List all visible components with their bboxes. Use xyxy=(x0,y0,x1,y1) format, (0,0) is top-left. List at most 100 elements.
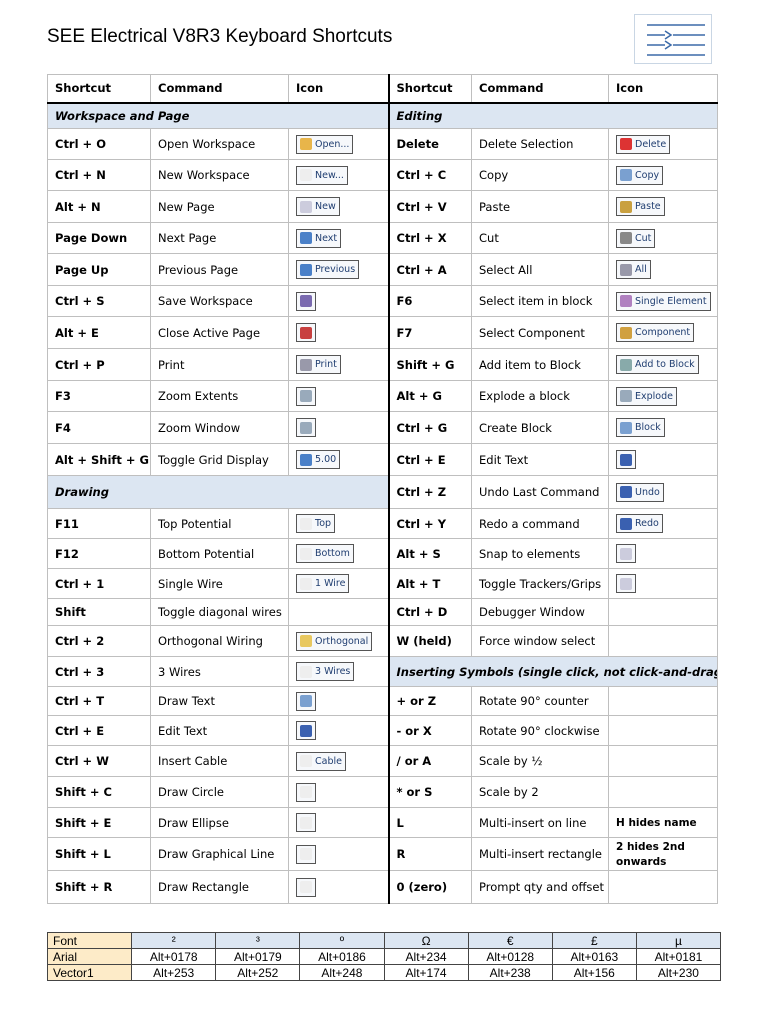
glyph-icon xyxy=(300,881,312,893)
glyph-icon xyxy=(300,816,312,829)
shortcut-key: Alt + T xyxy=(388,568,472,599)
glyph-icon xyxy=(300,577,312,590)
command-name: Select item in block xyxy=(471,285,609,317)
shortcut-key: Shift + L xyxy=(47,837,151,871)
icon-cell xyxy=(608,745,718,777)
alt-code: Alt+0179 xyxy=(215,948,301,965)
command-name: Draw Circle xyxy=(150,776,289,808)
alt-code: Alt+248 xyxy=(299,964,385,981)
shortcut-key: Ctrl + G xyxy=(388,411,472,444)
glyph-icon xyxy=(300,517,312,530)
icon-label: Delete xyxy=(635,138,667,150)
column-header: Shortcut xyxy=(47,74,151,104)
shortcut-key: Ctrl + 3 xyxy=(47,656,151,687)
table-row: Alt + N New Page New Ctrl + V Paste Paste xyxy=(47,190,718,223)
command-name: Rotate 90° clockwise xyxy=(471,715,609,746)
table-row: Ctrl + 2 Orthogonal Wiring Orthogonal W (he… xyxy=(47,625,718,657)
toolbar-button-icon: 3 Wires xyxy=(296,662,355,681)
toolbar-button-icon: 1 Wire xyxy=(296,574,350,593)
alt-code: Alt+253 xyxy=(131,964,217,981)
icon-cell xyxy=(608,625,718,657)
table-row: Page Down Next Page Next Ctrl + X Cut Cut xyxy=(47,222,718,254)
table-row: F3 Zoom Extents Alt + G Explode a block Expl… xyxy=(47,380,718,412)
toolbar-button-icon: Previous xyxy=(296,260,360,279)
table-row: Shift + R Draw Rectangle 0 (zero) Prompt qt… xyxy=(47,870,718,904)
shortcut-key: L xyxy=(388,807,472,838)
shortcut-key: Ctrl + X xyxy=(388,222,472,254)
shortcut-key: Ctrl + S xyxy=(47,285,151,317)
glyph-icon xyxy=(620,486,632,498)
icon-cell xyxy=(288,686,390,716)
command-name: Zoom Extents xyxy=(150,380,289,412)
alt-code: Alt+230 xyxy=(635,964,722,981)
shortcut-key: Alt + S xyxy=(388,538,472,569)
alt-code: € xyxy=(467,932,553,949)
toolbar-button-icon: Open... xyxy=(296,134,354,154)
icon-cell: Print xyxy=(288,348,390,381)
toolbar-button-icon xyxy=(296,782,316,802)
icon-cell: Redo xyxy=(608,508,718,539)
glyph-icon xyxy=(620,453,632,466)
icon-label: New xyxy=(315,201,336,212)
icon-cell: 5.00 xyxy=(288,443,390,476)
header-row: Shortcut Command Icon Shortcut Command Icon xyxy=(47,74,718,104)
icon-cell xyxy=(288,715,390,746)
shortcut-key: - or X xyxy=(388,715,472,746)
font-name: Font xyxy=(46,932,133,949)
toolbar-button-icon: Explode xyxy=(616,386,677,406)
icon-label: Cut xyxy=(635,232,652,244)
glyph-icon xyxy=(620,263,632,276)
icon-cell xyxy=(288,380,390,412)
glyph-icon xyxy=(620,326,632,339)
shortcut-key: F4 xyxy=(47,411,151,444)
icon-cell xyxy=(288,285,390,317)
toolbar-button-icon: Paste xyxy=(616,197,665,216)
command-name: Copy xyxy=(471,159,609,191)
font-row: Arial Alt+0178 Alt+0179 Alt+0186 Alt+234 Alt+… xyxy=(46,948,722,965)
glyph-icon xyxy=(620,517,632,530)
glyph-icon xyxy=(300,138,312,150)
glyph-icon xyxy=(300,295,312,307)
toolbar-button-icon: Cut xyxy=(616,228,656,248)
table-row: Shift + C Draw Circle * or S Scale by 2 xyxy=(47,776,718,808)
alt-code: Alt+0163 xyxy=(551,948,637,965)
command-name: Edit Text xyxy=(471,443,609,476)
shortcut-key: 0 (zero) xyxy=(388,870,472,904)
shortcut-key: Ctrl + 2 xyxy=(47,625,151,657)
command-name: Force window select xyxy=(471,625,609,657)
alt-code: ³ xyxy=(215,932,301,949)
table-row: Alt + E Close Active Page F7 Select Compone… xyxy=(47,316,718,349)
command-name: Toggle Trackers/Grips xyxy=(471,568,609,599)
icon-cell: Block xyxy=(608,411,718,444)
icon-label: All xyxy=(635,264,647,275)
toolbar-button-icon: Copy xyxy=(616,165,664,185)
shortcut-key: F12 xyxy=(47,538,151,569)
alt-code: Ω xyxy=(383,932,469,949)
alt-code: Alt+0186 xyxy=(299,948,385,965)
command-name: Draw Rectangle xyxy=(150,870,289,904)
shortcut-key: W (held) xyxy=(388,625,472,657)
command-name: Cut xyxy=(471,222,609,254)
table-row: Shift + E Draw Ellipse L Multi-insert on li… xyxy=(47,807,718,838)
glyph-icon xyxy=(300,547,312,560)
icon-cell xyxy=(608,776,718,808)
table-row: Ctrl + S Save Workspace F6 Select item in b… xyxy=(47,285,718,317)
command-name: Single Wire xyxy=(150,568,289,599)
shortcut-key: Alt + E xyxy=(47,316,151,349)
shortcut-key: + or Z xyxy=(388,686,472,716)
shortcut-key: F7 xyxy=(388,316,472,349)
table-row: F12 Bottom Potential Bottom Alt + S Snap to … xyxy=(47,538,718,569)
glyph-icon xyxy=(300,695,312,707)
command-name: Previous Page xyxy=(150,253,289,286)
icon-cell: Undo xyxy=(608,475,718,509)
note-text: 2 hides 2nd onwards xyxy=(616,841,685,868)
command-name: Undo Last Command xyxy=(471,475,609,509)
shortcut-key: Shift + E xyxy=(47,807,151,838)
icon-cell: Next xyxy=(288,222,390,254)
icon-label: Component xyxy=(635,327,691,338)
toolbar-button-icon xyxy=(296,877,316,897)
page-title: SEE Electrical V8R3 Keyboard Shortcuts xyxy=(47,26,393,47)
command-name: Paste xyxy=(471,190,609,223)
command-name: Open Workspace xyxy=(150,128,289,160)
icon-cell xyxy=(608,443,718,476)
